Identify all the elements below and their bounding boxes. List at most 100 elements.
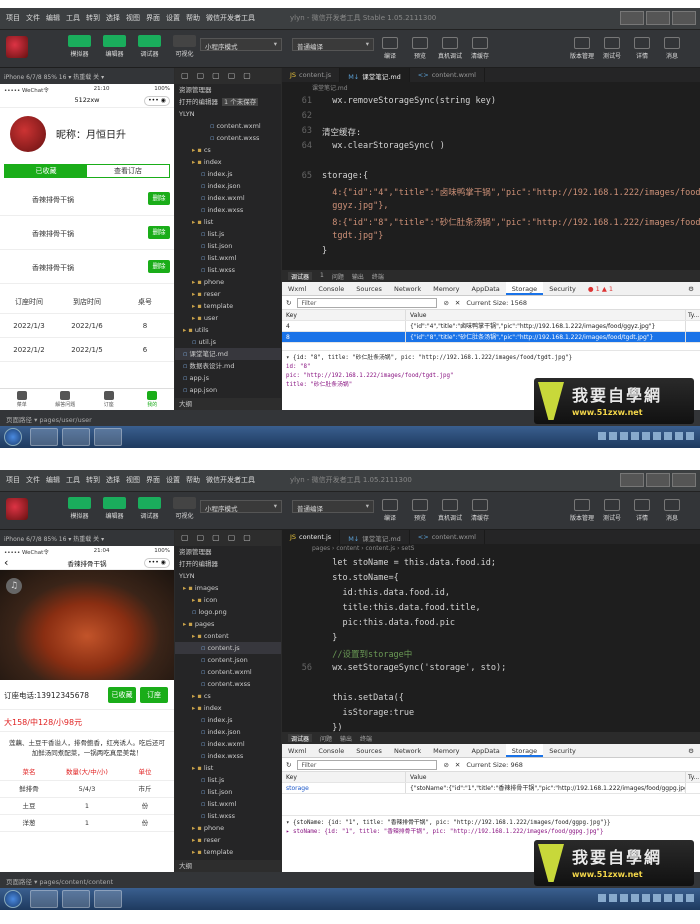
menu-item-0[interactable]: 项目 (6, 13, 20, 23)
explorer-icon[interactable] (30, 428, 58, 446)
tray-icon[interactable] (642, 432, 650, 440)
outline-section[interactable]: 大纲 (175, 398, 281, 410)
code-line[interactable]: let stoName = this.data.food.id; (322, 558, 496, 568)
code-line[interactable]: tgdt.jpg"} (322, 231, 383, 241)
devtools-tab-0[interactable]: Wxml (282, 744, 312, 757)
maximize-button[interactable] (646, 11, 670, 25)
menu-item-9[interactable]: 帮助 (186, 13, 200, 23)
menu-item-6[interactable]: 视图 (126, 13, 140, 23)
tree-item[interactable]: ▸ ▪ utils (175, 324, 281, 336)
tree-item[interactable]: ▫ content.wxss (175, 678, 281, 690)
delete-icon[interactable]: ✕ (455, 761, 460, 769)
page-path[interactable]: 页面路径 ▾ pages/content/content (6, 878, 113, 886)
editor-tab[interactable]: JS content.js (282, 68, 341, 82)
debugger-top-tab-0[interactable]: 调试器 (288, 272, 313, 281)
editor-tab[interactable]: <> content.wxml (410, 68, 485, 82)
debugger-top-tab-2[interactable]: 输出 (340, 734, 352, 743)
toolbar-right-btn-3[interactable]: 消息 (660, 499, 684, 522)
user-avatar[interactable] (6, 36, 28, 58)
devtools-tab-6[interactable]: Storage (505, 282, 544, 295)
tab-item-3[interactable]: 我的 (131, 389, 175, 410)
tree-item[interactable]: ▫ index.js (175, 168, 281, 180)
storage-row[interactable]: 4 {"id":"4","title":"卤味鸭掌干锅","pic":"http:… (282, 321, 700, 332)
debugger-top-tab-2[interactable]: 问题 (332, 272, 344, 281)
open-editors[interactable]: 打开的编辑器 1 个未保存 (175, 96, 281, 108)
filter-input[interactable]: Filter (297, 759, 438, 770)
code-line[interactable]: 清空缓存: (322, 126, 361, 138)
toolbar-right-btn-0[interactable]: 版本管理 (570, 499, 594, 522)
tray-icon[interactable] (664, 894, 672, 902)
toolbar-btn-3[interactable]: 可视化 (171, 497, 198, 520)
simulator-header[interactable]: iPhone 6/7/8 85% 16 ▾ 热重载 关 ▾ (0, 530, 174, 546)
tree-item[interactable]: ▸ ▪ list (175, 762, 281, 774)
tree-item[interactable]: ▸ ▪ phone (175, 822, 281, 834)
tree-item[interactable]: ▸ ▪ index (175, 702, 281, 714)
ext-icon[interactable]: ▢ (243, 71, 251, 81)
tree-item[interactable]: ▸ ▪ template (175, 846, 281, 858)
code-line[interactable]: title:this.data.food.title, (322, 603, 480, 613)
tray-icon[interactable] (675, 432, 683, 440)
tree-item[interactable]: ▫ index.wxml (175, 738, 281, 750)
toolbar-run-btn-0[interactable]: 编译 (378, 499, 402, 522)
wechat-devtools-icon[interactable] (94, 890, 122, 908)
devtools-tab-3[interactable]: Network (388, 744, 427, 757)
tray-icon[interactable] (686, 894, 694, 902)
tree-item[interactable]: ▫ content.wxss (175, 132, 281, 144)
menu-item-7[interactable]: 界面 (146, 13, 160, 23)
code-line[interactable]: wx.removeStorageSync(string key) (322, 96, 496, 106)
filter-input[interactable]: Filter (297, 297, 438, 308)
tree-item[interactable]: ▸ ▪ content (175, 630, 281, 642)
toolbar-btn-1[interactable]: 编辑器 (101, 497, 128, 520)
tree-item[interactable]: ▸ ▪ index (175, 156, 281, 168)
menu-item-3[interactable]: 工具 (66, 475, 80, 485)
toolbar-run-btn-2[interactable]: 真机调试 (438, 499, 462, 522)
devtools-tab-4[interactable]: Memory (427, 282, 465, 295)
menu-item-3[interactable]: 工具 (66, 13, 80, 23)
toolbar-btn-0[interactable]: 模拟器 (66, 497, 93, 520)
menu-item-5[interactable]: 选择 (106, 475, 120, 485)
toolbar-btn-2[interactable]: 调试器 (136, 35, 163, 58)
tray-icon[interactable] (664, 432, 672, 440)
tree-item[interactable]: ▸ ▪ pages (175, 618, 281, 630)
menu-item-10[interactable]: 微信开发者工具 (206, 13, 255, 23)
profile-tab-0[interactable]: 已收藏 (5, 165, 87, 177)
refresh-icon[interactable]: ↻ (286, 299, 291, 307)
tray-icon[interactable] (653, 432, 661, 440)
devtools-tab-6[interactable]: Storage (505, 744, 544, 757)
code-line[interactable]: } (322, 246, 327, 256)
tab-item-2[interactable]: 订座 (87, 389, 131, 410)
code-line[interactable]: storage:{ (322, 171, 368, 181)
toolbar-run-btn-0[interactable]: 编译 (378, 37, 402, 60)
menu-item-4[interactable]: 转到 (86, 13, 100, 23)
debug-icon[interactable]: ▢ (228, 533, 236, 543)
git-icon[interactable]: ▢ (212, 71, 220, 81)
refresh-icon[interactable]: ↻ (286, 761, 291, 769)
devtools-tab-4[interactable]: Memory (427, 744, 465, 757)
devtools-tab-7[interactable]: Security (543, 744, 582, 757)
settings-icon[interactable]: ⚙ (682, 282, 700, 295)
tree-item[interactable]: ▸ ▪ reser (175, 834, 281, 846)
back-icon[interactable]: ‹ (4, 556, 8, 569)
tree-item[interactable]: ▫ 数据表设计.md (175, 360, 281, 372)
debugger-top-tab-3[interactable]: 终端 (360, 734, 372, 743)
debugger-top-tab-3[interactable]: 输出 (352, 272, 364, 281)
delete-button[interactable]: 删除 (148, 260, 170, 273)
capsule-menu[interactable]: ••• ◉ (144, 96, 170, 106)
tree-item[interactable]: ▫ list.json (175, 786, 281, 798)
devtools-tab-1[interactable]: Console (312, 282, 350, 295)
tree-item[interactable]: ▸ ▪ reser (175, 288, 281, 300)
tray-icon[interactable] (631, 894, 639, 902)
code-line[interactable]: wx.setStorageSync('storage', sto); (322, 663, 506, 673)
tray-icon[interactable] (642, 894, 650, 902)
minimize-button[interactable] (620, 11, 644, 25)
tree-item[interactable]: ▫ index.json (175, 180, 281, 192)
tree-item[interactable]: ▫ list.wxss (175, 810, 281, 822)
devtools-tab-3[interactable]: Network (388, 282, 427, 295)
code-line[interactable]: //设置到storage中 (322, 648, 412, 660)
tree-item[interactable]: ▫ logo.png (175, 606, 281, 618)
maximize-button[interactable] (646, 473, 670, 487)
editor-tab[interactable]: <> content.wxml (410, 530, 485, 544)
code-line[interactable]: isStorage:true (322, 708, 414, 718)
tree-item[interactable]: ▫ content.wxml (175, 120, 281, 132)
menu-item-2[interactable]: 编辑 (46, 13, 60, 23)
